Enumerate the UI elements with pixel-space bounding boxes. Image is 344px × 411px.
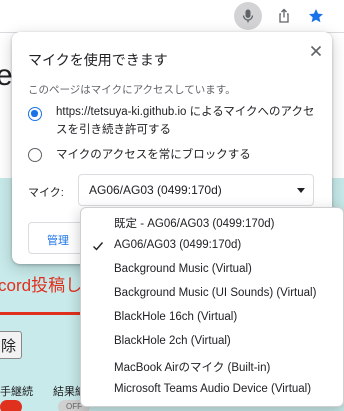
dropdown-arrow-icon	[297, 188, 305, 193]
dropdown-option-macbook-air[interactable]: MacBook Airのマイク (Built-in)	[81, 354, 343, 378]
dropdown-option-label: Microsoft Teams Audio Device (Virtual)	[114, 383, 312, 395]
dropdown-option-label: AG06/AG03 (0499:170d)	[114, 239, 242, 251]
continue-label: 手継続	[0, 386, 33, 398]
browser-toolbar	[0, 0, 344, 32]
delete-button[interactable]: 除	[0, 331, 22, 359]
page-red-underline	[0, 312, 84, 315]
mic-select[interactable]: AG06/AG03 (0499:170d)	[78, 174, 314, 206]
continue-toggle[interactable]	[0, 400, 22, 411]
dropdown-option-teams-audio[interactable]: Microsoft Teams Audio Device (Virtual)	[81, 378, 343, 402]
dropdown-option-label: 既定 - AG06/AG03 (0499:170d)	[114, 218, 275, 230]
dropdown-option-label: MacBook Airのマイク (Built-in)	[114, 362, 271, 374]
popup-title: マイクを使用できます	[28, 52, 168, 68]
dropdown-option-default[interactable]: 既定 - AG06/AG03 (0499:170d)	[81, 210, 343, 234]
star-icon[interactable]	[302, 2, 330, 30]
manage-button-label: 管理	[47, 235, 69, 247]
allow-option-label[interactable]: https://tetsuya-ki.github.io によるマイクへのアクセ…	[56, 103, 322, 139]
mic-select-value: AG06/AG03 (0499:170d)	[89, 183, 222, 197]
dropdown-option-blackhole-2ch[interactable]: BlackHole 2ch (Virtual)	[81, 330, 343, 354]
mic-dropdown-list: 既定 - AG06/AG03 (0499:170d) AG06/AG03 (04…	[80, 207, 344, 407]
page-heading: e	[0, 59, 13, 92]
dropdown-option-label: BlackHole 16ch (Virtual)	[114, 311, 238, 323]
microphone-icon[interactable]	[234, 2, 262, 30]
mic-label: マイク:	[28, 187, 64, 199]
dropdown-option-label: BlackHole 2ch (Virtual)	[114, 335, 231, 347]
popup-description: このページはマイクにアクセスしています。	[28, 84, 236, 96]
checkmark-icon	[93, 242, 104, 251]
dropdown-option-background-music[interactable]: Background Music (Virtual)	[81, 258, 343, 282]
allow-radio[interactable]	[28, 107, 42, 121]
dropdown-option-label: Background Music (UI Sounds) (Virtual)	[114, 287, 317, 299]
dropdown-option-blackhole-16ch[interactable]: BlackHole 16ch (Virtual)	[81, 306, 343, 330]
share-icon[interactable]	[270, 2, 298, 30]
block-radio[interactable]	[28, 148, 42, 162]
manage-button[interactable]: 管理	[28, 222, 88, 254]
block-option-label[interactable]: マイクのアクセスを常にブロックする	[56, 146, 251, 164]
dropdown-option-ag06[interactable]: AG06/AG03 (0499:170d)	[81, 234, 343, 258]
dropdown-option-background-music-ui[interactable]: Background Music (UI Sounds) (Virtual)	[81, 282, 343, 306]
close-icon[interactable]	[304, 39, 328, 63]
dropdown-option-label: Background Music (Virtual)	[114, 263, 252, 275]
